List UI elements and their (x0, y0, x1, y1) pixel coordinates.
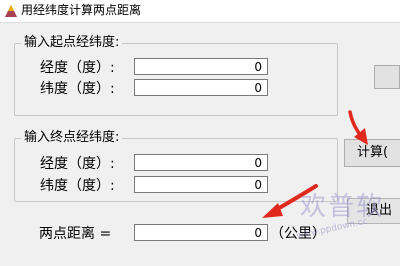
watermark-text: 欢普软 (300, 192, 385, 222)
arrow-to-calculate (348, 110, 368, 145)
